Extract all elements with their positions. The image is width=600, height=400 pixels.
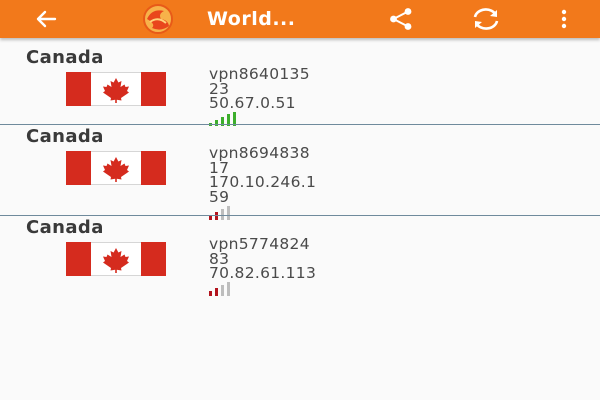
- share-icon: [390, 8, 412, 30]
- server-ip: 50.67.0.51: [209, 94, 296, 112]
- app-logo-icon: [143, 4, 173, 34]
- overflow-menu-button[interactable]: [552, 0, 576, 38]
- server-row[interactable]: Canada vpn8640135 23 50.67.0.51: [0, 46, 600, 134]
- app-screen: World... Canada vpn8640135 23 50.67.0.51…: [0, 0, 600, 400]
- server-info: vpn8694838 17 170.10.246.1 59: [209, 146, 316, 204]
- app-title: World...: [207, 8, 296, 30]
- canada-flag-icon: [66, 242, 166, 276]
- refresh-button[interactable]: [466, 0, 506, 38]
- server-info: vpn5774824 83 70.82.61.113: [209, 237, 316, 281]
- arrow-left-icon: [36, 10, 57, 28]
- server-row[interactable]: Canada vpn8694838 17 170.10.246.1 59: [0, 125, 600, 220]
- country-label: Canada: [26, 126, 104, 147]
- refresh-icon: [473, 8, 499, 30]
- more-vertical-icon: [561, 9, 567, 29]
- canada-flag-icon: [66, 72, 166, 106]
- server-ip-cont: 59: [209, 187, 230, 206]
- server-info: vpn8640135 23 50.67.0.51: [209, 67, 310, 111]
- canada-flag-icon: [66, 151, 166, 185]
- signal-strength-icon: [209, 282, 230, 296]
- share-button[interactable]: [383, 0, 419, 38]
- country-label: Canada: [26, 47, 104, 68]
- country-label: Canada: [26, 217, 104, 238]
- server-ip: 70.82.61.113: [209, 264, 317, 282]
- server-row[interactable]: Canada vpn5774824 83 70.82.61.113: [0, 216, 600, 304]
- app-bar: World...: [0, 0, 600, 38]
- back-button[interactable]: [28, 0, 64, 38]
